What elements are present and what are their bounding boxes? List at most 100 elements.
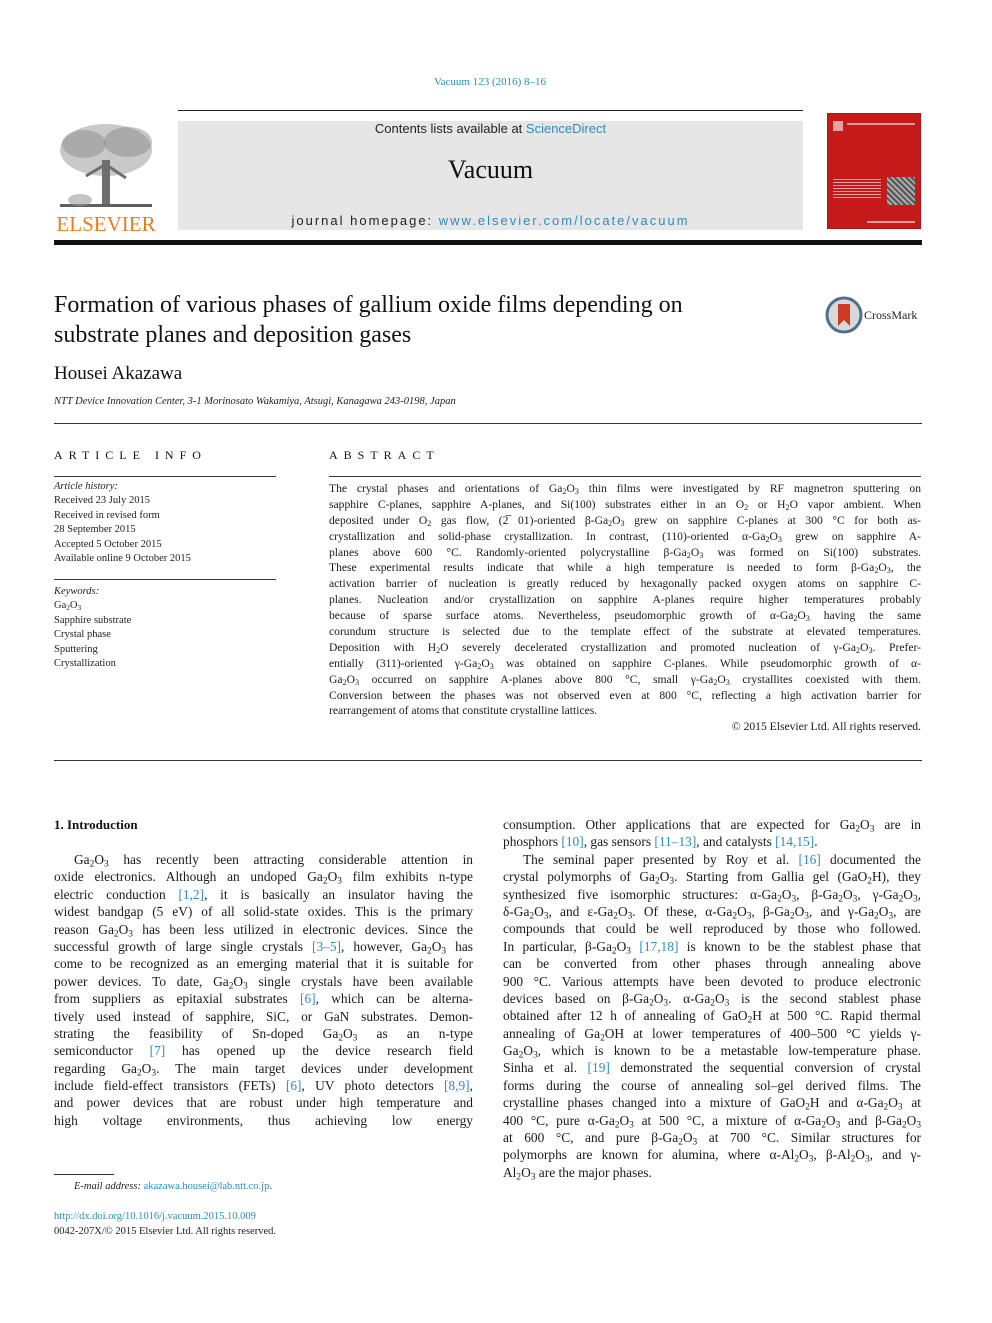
article-title-line: substrate planes and deposition gases xyxy=(54,322,412,348)
abstract-body: The crystal phases and orientations of G… xyxy=(329,481,921,735)
body-text-line: annealing of Ga2OH at lower temperatures… xyxy=(503,1025,921,1044)
history-item: Available online 9 October 2015 xyxy=(54,553,191,565)
history-item: Accepted 5 October 2015 xyxy=(54,538,162,550)
citation-link[interactable]: [16] xyxy=(798,852,820,867)
abstract-line: corundum structure is selected due to th… xyxy=(329,625,921,639)
body-text-line: crystal polymorphs of Ga2O3. Starting fr… xyxy=(503,869,921,887)
abstract-line: These experimental results indicate that… xyxy=(329,561,921,576)
email-link[interactable]: akazawa.housei@lab.ntt.co.jp xyxy=(144,1181,270,1192)
body-text-line: The seminal paper presented by Roy et al… xyxy=(523,851,921,867)
keyword-item: Sapphire substrate xyxy=(54,614,132,626)
abstract-line: crystallization and solid-phase crystall… xyxy=(329,529,921,544)
section-rule xyxy=(54,423,922,424)
keyword-item: Crystal phase xyxy=(54,629,111,641)
introduction-left-column: Ga2O3 has recently been attracting consi… xyxy=(54,851,473,1129)
body-text-line: Sinha et al. [19] demonstrated the seque… xyxy=(503,1060,921,1076)
citation-link[interactable]: [17,18] xyxy=(639,939,678,954)
abstract-line: activation barrier of nucleation is grea… xyxy=(329,577,921,591)
body-text-line: In particular, β-Ga2O3 [17,18] is known … xyxy=(503,938,921,957)
keywords: Keywords: Ga2O3 Sapphire substrate Cryst… xyxy=(54,585,294,671)
citation-link[interactable]: [6] xyxy=(286,1078,302,1093)
body-text-line: compounds that could be well reproduced … xyxy=(503,921,921,937)
footnote-email: E-mail address: akazawa.housei@lab.ntt.c… xyxy=(74,1181,272,1192)
body-text-line: Ga2O3 has recently been attracting consi… xyxy=(74,852,473,870)
crossmark-icon[interactable] xyxy=(825,296,863,334)
journal-citation-link[interactable]: Vacuum 123 (2016) 8–16 xyxy=(0,76,980,88)
citation-link[interactable]: [19] xyxy=(588,1060,610,1075)
abstract-line: deposited under O2 gas flow, (2̅ 01)-ori… xyxy=(329,513,921,528)
author-affiliation: NTT Device Innovation Center, 3-1 Morino… xyxy=(54,396,456,407)
body-text-line: widest bandgap (5 eV) of all solid-state… xyxy=(54,904,473,920)
citation-link[interactable]: [1,2] xyxy=(178,887,204,902)
introduction-right-column: consumption. Other applications that are… xyxy=(503,816,921,1183)
keyword-item: Crystallization xyxy=(54,658,116,670)
homepage-prefix: journal homepage: xyxy=(291,213,439,228)
body-text-line: polymorphs are known for alumina, where … xyxy=(503,1147,921,1165)
article-info-heading: ARTICLE INFO xyxy=(54,448,207,462)
citation-link[interactable]: [11–13] xyxy=(654,834,696,849)
body-text-line: Al2O3 are the major phases. xyxy=(503,1164,652,1183)
citation-link[interactable]: [3–5] xyxy=(312,939,341,954)
abstract-line: sapphire C-planes, sapphire A-planes, an… xyxy=(329,497,922,512)
cover-title: VACUUM xyxy=(830,248,918,269)
cover-image-thumbnail xyxy=(887,177,915,205)
body-text-line: include field-effect transistors (FETs) … xyxy=(54,1078,473,1094)
journal-title: Vacuum xyxy=(447,155,534,184)
body-text-line: successful growth of large single crysta… xyxy=(54,938,474,957)
keywords-label: Keywords: xyxy=(54,586,100,597)
body-text-line: can be converted from other phases throu… xyxy=(503,956,921,972)
abstract-line: Ga2O3 occurred on sapphire A-planes abov… xyxy=(329,672,921,687)
doi-link[interactable]: http://dx.doi.org/10.1016/j.vacuum.2015.… xyxy=(54,1211,256,1222)
article-history-label: Article history: xyxy=(54,481,118,492)
contents-prefix: Contents lists available at xyxy=(374,121,526,136)
body-text-line: 900 °C. Various attempts have been devot… xyxy=(503,973,921,989)
body-text-line: regarding Ga2O3. The main target devices… xyxy=(54,1060,473,1079)
body-text-line: semiconductor [7] has opened up the devi… xyxy=(54,1043,473,1059)
issn-copyright: 0042-207X/© 2015 Elsevier Ltd. All right… xyxy=(54,1226,277,1237)
body-text-line: devices based on β-Ga2O3. α-Ga2O3 is the… xyxy=(503,990,921,1009)
body-text-line: come to be recognized as an emerging mat… xyxy=(54,956,473,972)
abstract-line: Conversion between the phases was not ob… xyxy=(329,688,921,702)
body-text-line: from suppliers as epitaxial substrates [… xyxy=(54,991,474,1007)
keyword-item: Sputtering xyxy=(54,643,98,655)
body-text-line: strating the feasibility of Sn-doped Ga2… xyxy=(54,1025,473,1044)
body-text-line: tively used instead of sapphire, SiC, or… xyxy=(54,1008,473,1024)
article-history: Article history: Received 23 July 2015 R… xyxy=(54,480,294,566)
sciencedirect-link[interactable]: ScienceDirect xyxy=(526,121,606,136)
body-text-line: synthesized five isomorphic structures: … xyxy=(503,886,921,904)
header-thick-rule xyxy=(54,240,922,245)
abstract-line: The crystal phases and orientations of G… xyxy=(329,482,921,497)
abstract-heading: ABSTRACT xyxy=(329,448,440,462)
body-text-line: forms during the course of annealing sol… xyxy=(503,1077,921,1093)
article-title: Formation of various phases of gallium o… xyxy=(54,290,794,350)
abstract-line: planes above 600 °C. Randomly-oriented p… xyxy=(329,545,921,560)
citation-link[interactable]: [10] xyxy=(561,834,583,849)
abstract-line: because of sparse surface atoms. Neverth… xyxy=(329,609,921,624)
journal-cover-image[interactable]: VACUUM xyxy=(827,113,921,269)
abstract-line: planes. Nucleation and/or crystallizatio… xyxy=(329,593,921,607)
contents-available-line: Contents lists available at ScienceDirec… xyxy=(178,121,803,136)
citation-link[interactable]: [7] xyxy=(150,1043,166,1058)
citation-link[interactable]: [6] xyxy=(300,991,316,1006)
citation-link[interactable]: [14,15] xyxy=(775,834,814,849)
cover-bottom-text xyxy=(867,221,915,223)
footnote-rule xyxy=(54,1174,114,1175)
citation-link[interactable]: [8,9] xyxy=(444,1078,470,1093)
body-text-line: high voltage environments, thus achievin… xyxy=(54,1112,473,1128)
history-item: Received 23 July 2015 xyxy=(54,495,150,507)
history-item: 28 September 2015 xyxy=(54,524,136,536)
journal-homepage-line: journal homepage: www.elsevier.com/locat… xyxy=(178,213,803,228)
body-text-line: 400 °C, pure α-Ga2O3 at 500 °C, a mixtur… xyxy=(503,1112,921,1130)
homepage-link[interactable]: www.elsevier.com/locate/vacuum xyxy=(439,213,690,228)
section-rule xyxy=(54,760,922,761)
body-text-line: oxide electronics. Although an undoped G… xyxy=(54,869,473,887)
body-text-line: δ-Ga2O3, and ε-Ga2O3. Of these, α-Ga2O3,… xyxy=(503,903,921,922)
body-text-line: phosphors [10], gas sensors [11–13], and… xyxy=(503,834,818,850)
abstract-copyright: © 2015 Elsevier Ltd. All rights reserved… xyxy=(731,720,921,734)
body-text-line: consumption. Other applications that are… xyxy=(503,817,921,835)
email-label: E-mail address: xyxy=(74,1181,144,1192)
article-info-rule xyxy=(54,476,276,477)
abstract-line: entially (311)-oriented γ-Ga2O3 was obta… xyxy=(329,656,921,671)
crossmark-label[interactable]: CrossMark xyxy=(864,308,917,323)
history-item: Received in revised form xyxy=(54,509,160,521)
